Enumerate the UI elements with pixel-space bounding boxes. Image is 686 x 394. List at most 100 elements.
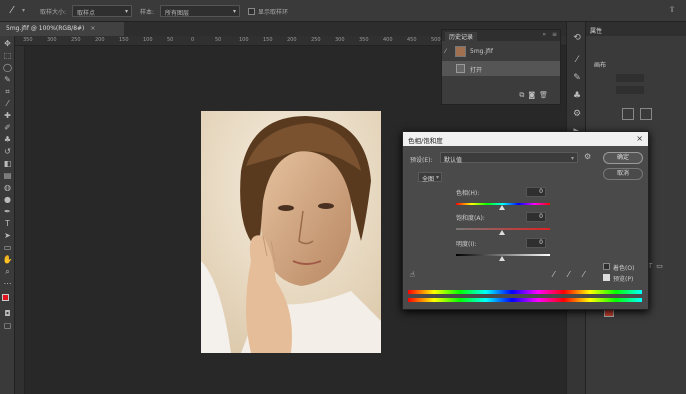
brushes-icon[interactable]: ✎ [571, 72, 583, 84]
eyedropper-icon[interactable]: ⁄ [2, 98, 13, 109]
zoom-tool-icon[interactable]: ⌕ [2, 266, 13, 277]
sample-size-dropdown[interactable]: 取样点 ▾ [72, 5, 132, 17]
preset-options-gear-icon[interactable]: ⚙ [584, 152, 594, 162]
rectangle-tool-icon[interactable]: ▭ [2, 242, 13, 253]
dodge-tool-icon[interactable]: ● [2, 194, 13, 205]
width-field[interactable] [616, 74, 644, 82]
pen-tool-icon[interactable]: ✒ [2, 206, 13, 217]
channel-dropdown[interactable]: 全图 ▾ [418, 172, 442, 183]
ruler-mark: 50 [167, 37, 174, 43]
quick-select-tool-icon[interactable]: ✎ [2, 74, 13, 85]
targeted-adjustment-hand-icon[interactable]: ☝ [410, 270, 420, 280]
tool-preset-chevron-icon[interactable]: ▾ [22, 5, 30, 17]
channel-value: 全图 [422, 176, 435, 183]
show-ring-checkbox[interactable] [248, 8, 255, 15]
preview-label: 预览(P) [613, 276, 634, 283]
move-tool-icon[interactable]: ✥ [2, 38, 13, 49]
new-document-from-state-icon[interactable]: ⧉ [519, 91, 528, 99]
healing-brush-icon[interactable]: ✚ [2, 110, 13, 121]
clone-stamp-icon[interactable]: ♣ [2, 134, 13, 145]
ruler-mark: 400 [383, 37, 393, 43]
tools-panel: ✥ ⬚ ◯ ✎ ⌗ ⁄ ✚ ✐ ♣ ↺ ◧ ▤ ◍ ● ✒ T ➤ ▭ ✋ ⌕ … [0, 36, 15, 394]
subtract-from-sample-eyedropper-icon[interactable]: ⁄ [583, 270, 593, 280]
blur-tool-icon[interactable]: ◍ [2, 182, 13, 193]
eyedropper-tool-icon[interactable]: ⁄ [4, 3, 20, 19]
lasso-tool-icon[interactable]: ◯ [2, 62, 13, 73]
ruler-mark: 150 [119, 37, 129, 43]
add-to-sample-eyedropper-icon[interactable]: ⁄ [568, 270, 578, 280]
document-tab-close-icon[interactable]: × [90, 25, 95, 32]
delete-icon[interactable]: 🗑 [539, 91, 552, 99]
history-panel-icon[interactable]: ⟲ [571, 32, 583, 44]
foreground-color-swatch[interactable] [2, 294, 9, 301]
hand-tool-icon[interactable]: ✋ [2, 254, 13, 265]
sample-dropdown[interactable]: 所有图层 ▾ [160, 5, 240, 17]
document-state-icon [456, 64, 465, 73]
share-icon[interactable]: ⇪ [666, 5, 678, 17]
gradient-tool-icon[interactable]: ▤ [2, 170, 13, 181]
ruler-mark: 250 [71, 37, 81, 43]
ruler-mark: 250 [311, 37, 321, 43]
ruler-mark: 350 [23, 37, 33, 43]
cancel-button[interactable]: 取消 [603, 168, 643, 180]
height-field[interactable] [616, 86, 644, 94]
hue-slider-thumb[interactable] [499, 205, 505, 210]
eyedropper-icon[interactable]: ⁄ [553, 270, 563, 280]
shape-icon[interactable]: ▭ [656, 262, 667, 270]
preset-dropdown[interactable]: 默认值 ▾ [440, 152, 578, 164]
sample-label: 样本: [140, 9, 155, 16]
path-select-icon[interactable]: ➤ [2, 230, 13, 241]
orientation-portrait-icon[interactable] [622, 108, 634, 120]
ruler-mark: 150 [263, 37, 273, 43]
lightness-label: 明度(I): [456, 241, 477, 248]
panel-menu-icon[interactable]: ≡ [552, 31, 557, 38]
options-bar: ⁄ ▾ 取样大小: 取样点 ▾ 样本: 所有图层 ▾ 显示取样环 ⇪ [0, 0, 686, 22]
show-ring-label: 显示取样环 [258, 9, 289, 16]
type-tool-icon[interactable]: T [2, 218, 13, 229]
collapse-icon[interactable]: » [542, 31, 546, 38]
lightness-value-input[interactable]: 0 [526, 238, 546, 248]
document-image [201, 111, 381, 353]
colorize-label: 着色(O) [613, 265, 635, 272]
crop-tool-icon[interactable]: ⌗ [2, 86, 13, 97]
marquee-tool-icon[interactable]: ⬚ [2, 50, 13, 61]
ruler-mark: 100 [143, 37, 153, 43]
tab-properties[interactable]: 属性 [590, 28, 602, 35]
brush-tool-icon[interactable]: ✐ [2, 122, 13, 133]
history-state-row[interactable]: 打开 [442, 61, 560, 76]
snapshot-camera-icon[interactable]: ◙ [528, 91, 539, 99]
dialog-close-icon[interactable]: × [636, 134, 643, 143]
tab-history[interactable]: 历史记录 [445, 32, 478, 41]
ruler-mark: 50 [215, 37, 222, 43]
eraser-tool-icon[interactable]: ◧ [2, 158, 13, 169]
lightness-slider-thumb[interactable] [499, 256, 505, 261]
ruler-mark: 200 [287, 37, 297, 43]
screen-mode-icon[interactable]: ▢ [2, 320, 13, 331]
history-brush-source-icon[interactable]: ⁄ [445, 48, 446, 55]
ruler-mark: 300 [335, 37, 345, 43]
history-snapshot-row[interactable]: ⁄ 5mg.jfif [442, 44, 560, 59]
ruler-mark: 500 [431, 37, 441, 43]
preview-checkbox[interactable] [603, 274, 610, 281]
tool-presets-icon[interactable]: ⚙ [571, 108, 583, 120]
layer-thumbnail[interactable] [604, 309, 614, 317]
sample-size-value: 取样点 [77, 10, 96, 17]
quick-mask-icon[interactable]: ◘ [2, 308, 13, 319]
history-brush-icon[interactable]: ↺ [2, 146, 13, 157]
chevron-down-icon: ▾ [570, 155, 574, 162]
clone-source-icon[interactable]: ♣ [571, 90, 583, 102]
ruler-mark: 450 [407, 37, 417, 43]
ruler-mark: 100 [239, 37, 249, 43]
hue-value-input[interactable]: 0 [526, 187, 546, 197]
more-tools-icon[interactable]: ⋯ [2, 278, 13, 289]
orientation-landscape-icon[interactable] [640, 108, 652, 120]
history-footer-icons: ⧉◙🗑 [519, 91, 552, 100]
colorize-checkbox[interactable] [603, 263, 610, 270]
history-item-label: 5mg.jfif [470, 48, 493, 55]
document-tab[interactable]: 5mg.jfif @ 100%(RGB/8#) × [0, 22, 124, 36]
saturation-value-input[interactable]: 0 [526, 212, 546, 222]
document-tab-title: 5mg.jfif @ 100%(RGB/8#) [6, 25, 85, 32]
brush-settings-icon[interactable]: ⁄ [571, 54, 583, 66]
ok-button[interactable]: 确定 [603, 152, 643, 164]
saturation-slider-thumb[interactable] [499, 230, 505, 235]
